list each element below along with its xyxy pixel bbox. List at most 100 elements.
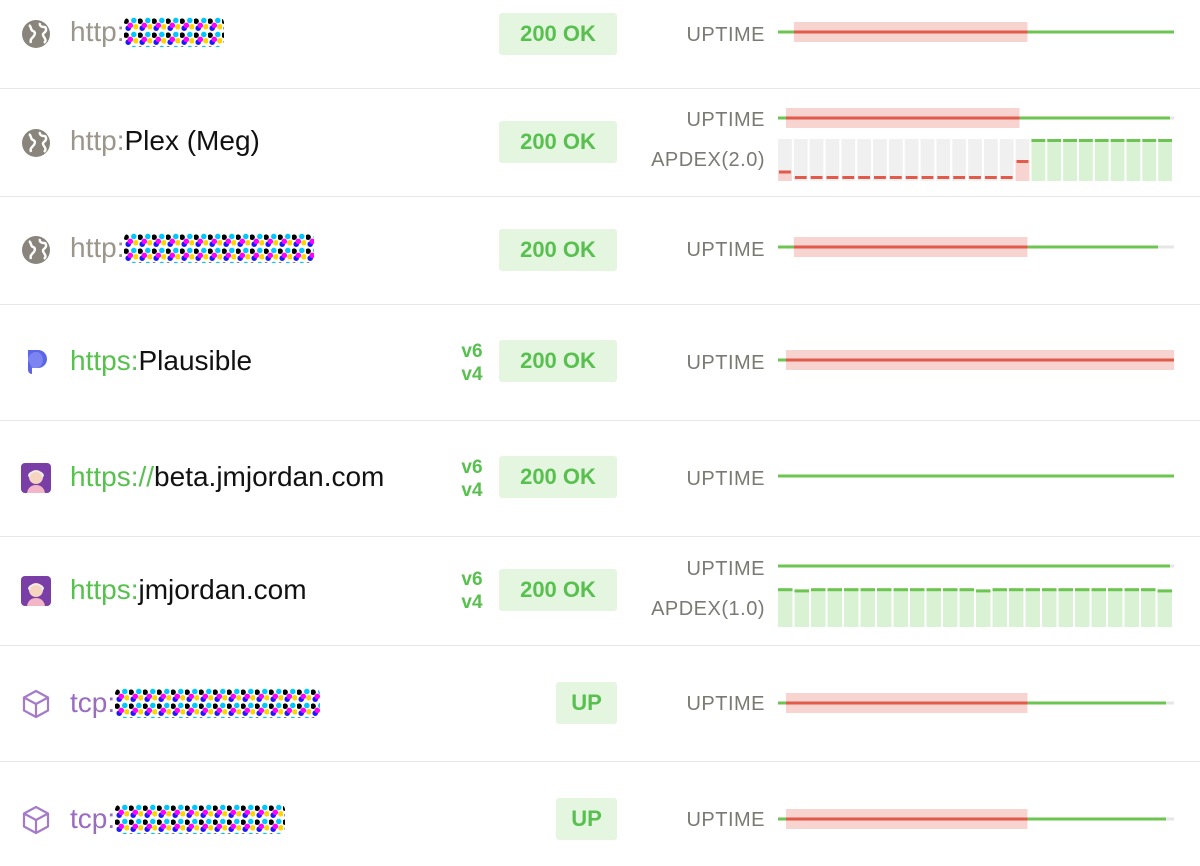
apdex-bar-bg bbox=[793, 139, 808, 181]
apdex-bar bbox=[1142, 139, 1157, 181]
apdex-bar-cap bbox=[1157, 589, 1172, 593]
monitor-row[interactable]: http: 200 OK UPTIME bbox=[0, 0, 1200, 89]
ip-versions: v6 v4 bbox=[456, 340, 488, 386]
monitor-scheme: https: bbox=[70, 574, 139, 605]
uptime-label: UPTIME bbox=[686, 693, 765, 715]
apdex-bar-cap bbox=[943, 588, 958, 592]
apdex-bar bbox=[926, 588, 941, 627]
apdex-bar-cap bbox=[860, 588, 875, 592]
apdex-bar bbox=[1124, 588, 1139, 627]
redacted-host bbox=[115, 688, 321, 718]
ip-versions: v6 v4 bbox=[456, 456, 488, 502]
monitor-scheme: tcp: bbox=[70, 803, 116, 834]
monitor-row[interactable]: tcp: UP UPTIME bbox=[0, 762, 1200, 866]
monitor-row[interactable]: tcp: UP UPTIME bbox=[0, 646, 1200, 762]
apdex-bar-cap bbox=[984, 176, 997, 179]
apdex-label: APDEX(1.0) bbox=[651, 598, 765, 620]
redacted-host bbox=[124, 233, 315, 263]
apdex-bar bbox=[976, 589, 991, 627]
ipv6-badge: v6 bbox=[461, 341, 483, 362]
apdex-bar-bg bbox=[825, 139, 840, 181]
apdex-bar-bg bbox=[904, 139, 919, 181]
plausible-logo-icon bbox=[20, 346, 52, 378]
monitor-name[interactable]: https: Plausible bbox=[70, 345, 252, 377]
apdex-bar-cap bbox=[1042, 588, 1057, 592]
apdex-bar-cap bbox=[1091, 588, 1106, 592]
apdex-bar bbox=[1078, 139, 1093, 181]
monitor-scheme: http: bbox=[70, 16, 125, 47]
monitor-name[interactable]: https: jmjordan.com bbox=[70, 574, 307, 606]
monitor-row[interactable]: http: Plex (Meg) 200 OK UPTIME APDEX(2.0… bbox=[0, 89, 1200, 197]
monitor-name[interactable]: https:// beta.jmjordan.com bbox=[70, 461, 384, 493]
apdex-bar-cap bbox=[1126, 139, 1141, 142]
uptime-track bbox=[778, 474, 1174, 478]
uptime-label: UPTIME bbox=[686, 468, 765, 490]
apdex-bar bbox=[827, 588, 842, 627]
monitor-host: beta.jmjordan.com bbox=[154, 461, 385, 492]
apdex-bar-bg bbox=[841, 139, 856, 181]
uptime-track bbox=[778, 108, 1174, 128]
monitor-name[interactable]: http: Plex (Meg) bbox=[70, 125, 260, 157]
apdex-bar-bg bbox=[999, 139, 1014, 181]
apdex-bar bbox=[1063, 139, 1077, 181]
apdex-bar bbox=[1009, 588, 1024, 627]
avatar-icon bbox=[20, 462, 52, 494]
apdex-bar bbox=[1015, 160, 1030, 181]
monitor-name[interactable]: http: bbox=[70, 232, 315, 264]
monitor-name[interactable]: tcp: bbox=[70, 687, 321, 719]
apdex-bar bbox=[1094, 139, 1109, 181]
apdex-bar-cap bbox=[811, 588, 826, 592]
apdex-bar bbox=[893, 588, 908, 627]
apdex-bar bbox=[1091, 588, 1106, 627]
uptime-label: UPTIME bbox=[686, 109, 765, 131]
redacted-host bbox=[115, 804, 286, 834]
uptime-label: UPTIME bbox=[686, 239, 765, 261]
monitor-row[interactable]: https:// beta.jmjordan.com v6 v4 200 OK … bbox=[0, 421, 1200, 537]
apdex-bar bbox=[1108, 588, 1123, 627]
ipv6-badge: v6 bbox=[461, 457, 483, 478]
apdex-bar bbox=[844, 588, 859, 627]
apdex-bar-cap bbox=[976, 589, 991, 593]
apdex-bar bbox=[943, 588, 958, 627]
apdex-bar bbox=[1075, 588, 1090, 627]
apdex-bar-cap bbox=[910, 588, 925, 592]
apdex-bar-cap bbox=[826, 176, 839, 179]
cube-icon bbox=[20, 688, 52, 720]
apdex-bar-bg bbox=[983, 139, 998, 181]
uptime-track bbox=[778, 564, 1174, 568]
apdex-bar bbox=[877, 588, 892, 627]
apdex-bar-cap bbox=[877, 588, 892, 592]
apdex-bar-cap bbox=[1016, 160, 1029, 163]
uptime-label: UPTIME bbox=[686, 24, 765, 46]
apdex-bar-cap bbox=[1142, 139, 1157, 142]
apdex-bar-cap bbox=[992, 588, 1007, 592]
apdex-bar-cap bbox=[893, 588, 908, 592]
uptime-track bbox=[778, 693, 1174, 713]
apdex-bar-bg bbox=[936, 139, 951, 181]
apdex-bar bbox=[1158, 139, 1172, 181]
apdex-bar bbox=[1042, 588, 1057, 627]
apdex-bar-cap bbox=[842, 176, 855, 179]
apdex-bar-cap bbox=[959, 588, 974, 592]
monitor-row[interactable]: http: 200 OK UPTIME bbox=[0, 197, 1200, 305]
apdex-bar-cap bbox=[905, 176, 918, 179]
apdex-chart bbox=[778, 588, 1172, 627]
apdex-bar-bg bbox=[968, 139, 982, 181]
apdex-bar-bg bbox=[809, 139, 824, 181]
apdex-bar-cap bbox=[921, 176, 934, 179]
apdex-bar-cap bbox=[810, 176, 823, 179]
apdex-bar-cap bbox=[1058, 588, 1073, 592]
uptime-track bbox=[778, 237, 1174, 257]
uptime-track bbox=[778, 350, 1174, 370]
apdex-bar-cap bbox=[1108, 588, 1123, 592]
monitor-row[interactable]: https: jmjordan.com v6 v4 200 OK UPTIME … bbox=[0, 537, 1200, 646]
apdex-bar-cap bbox=[1025, 588, 1040, 592]
monitor-name[interactable]: tcp: bbox=[70, 803, 286, 835]
monitor-name[interactable]: http: bbox=[70, 16, 225, 48]
uptime-label: UPTIME bbox=[686, 809, 765, 831]
apdex-bar-cap bbox=[1047, 139, 1062, 142]
monitor-row[interactable]: https: Plausible v6 v4 200 OK UPTIME bbox=[0, 305, 1200, 421]
apdex-bar-cap bbox=[937, 176, 950, 179]
ipv4-badge: v4 bbox=[461, 364, 483, 385]
ipv4-badge: v4 bbox=[461, 480, 483, 501]
